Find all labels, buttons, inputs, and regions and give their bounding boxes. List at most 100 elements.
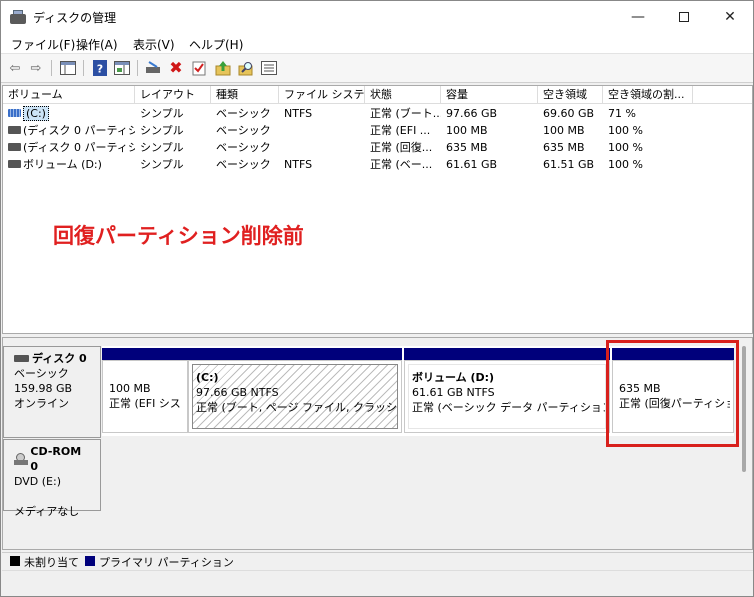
volume-layout: シンプル xyxy=(140,158,184,171)
column-filesystem[interactable]: ファイル システム xyxy=(279,86,365,104)
volume-list-header: ボリューム レイアウト 種類 ファイル システム 状態 容量 空き領域 空き領域… xyxy=(3,86,752,104)
partition-size: 61.61 GB NTFS xyxy=(412,386,495,399)
close-button[interactable]: ✕ xyxy=(707,1,753,33)
volume-free: 635 MB xyxy=(543,141,585,154)
annotation-text: 回復パーティション削除前 xyxy=(53,224,304,248)
help-button[interactable]: ? xyxy=(91,59,109,77)
partition-d[interactable]: ボリューム (D:) 61.61 GB NTFS 正常 (ベーシック データ パ… xyxy=(404,346,610,433)
menu-view[interactable]: 表示(V) xyxy=(133,36,175,53)
volume-name: (ディスク 0 パーティシ... xyxy=(23,141,135,154)
cdrom-0-label[interactable]: CD-ROM 0 DVD (E:) メディアなし xyxy=(3,439,101,518)
disk-management-window: ディスクの管理 — ✕ ファイル(F) 操作(A) 表示(V) ヘルプ(H) ⇦… xyxy=(0,0,754,597)
toolbar-separator xyxy=(51,60,52,76)
volume-capacity: 100 MB xyxy=(446,124,488,137)
column-percent-free[interactable]: 空き領域の割... xyxy=(603,86,693,104)
volume-status: 正常 (ベー... xyxy=(370,158,433,171)
volume-layout: シンプル xyxy=(140,124,184,137)
volume-free: 69.60 GB xyxy=(543,107,595,120)
volume-layout: シンプル xyxy=(140,107,184,120)
status-bar xyxy=(2,570,753,596)
import-button[interactable] xyxy=(214,59,232,77)
menu-action[interactable]: 操作(A) xyxy=(76,36,118,53)
disk-icon xyxy=(14,355,29,362)
cdrom-drive: DVD (E:) xyxy=(14,475,62,488)
column-layout[interactable]: レイアウト xyxy=(135,86,211,104)
partition-status: 正常 (ブート, ページ ファイル, クラッシュ ダンプ xyxy=(196,401,398,414)
folder-search-icon xyxy=(238,62,253,76)
partition-name: ボリューム (D:) xyxy=(412,371,495,384)
window-title: ディスクの管理 xyxy=(33,11,117,25)
volume-filesystem: NTFS xyxy=(284,107,313,120)
connect-drive-button[interactable] xyxy=(144,59,162,77)
system-volume-icon xyxy=(8,109,21,117)
partition-size: 97.66 GB NTFS xyxy=(196,386,279,399)
volume-capacity: 61.61 GB xyxy=(446,158,498,171)
disk-name: ディスク 0 xyxy=(32,352,87,365)
disk-type: ベーシック xyxy=(14,367,69,380)
disk-management-app-icon xyxy=(10,10,26,24)
volume-row[interactable]: (ディスク 0 パーティシ... シンプル ベーシック 正常 (EFI ... … xyxy=(3,122,752,139)
vertical-scrollbar[interactable] xyxy=(742,346,746,472)
title-bar: ディスクの管理 — ✕ xyxy=(1,1,753,33)
partition-status: 正常 (ベーシック データ パーティション) xyxy=(412,401,606,414)
minimize-button[interactable]: — xyxy=(615,1,661,33)
menu-file[interactable]: ファイル(F) xyxy=(11,36,75,53)
menu-help[interactable]: ヘルプ(H) xyxy=(189,36,243,53)
back-button[interactable]: ⇦ xyxy=(6,59,24,77)
volume-name: ボリューム (D:) xyxy=(23,158,102,171)
menu-bar: ファイル(F) 操作(A) 表示(V) ヘルプ(H) xyxy=(1,33,753,54)
volume-row[interactable]: ボリューム (D:) シンプル ベーシック NTFS 正常 (ベー... 61.… xyxy=(3,156,752,173)
volume-status: 正常 (回復... xyxy=(370,141,433,154)
volume-row[interactable]: (ディスク 0 パーティシ... シンプル ベーシック 正常 (回復... 63… xyxy=(3,139,752,156)
volume-type: ベーシック xyxy=(216,158,271,171)
forward-button[interactable]: ⇨ xyxy=(27,59,45,77)
volume-free: 100 MB xyxy=(543,124,585,137)
volume-filesystem xyxy=(279,139,365,156)
volume-type: ベーシック xyxy=(216,107,271,120)
volume-capacity: 635 MB xyxy=(446,141,488,154)
list-view-button[interactable] xyxy=(260,59,278,77)
toolbar-separator xyxy=(83,60,84,76)
cdrom-icon xyxy=(14,453,28,465)
volume-type: ベーシック xyxy=(216,141,271,154)
properties-check-icon xyxy=(192,61,206,76)
disk-size: 159.98 GB xyxy=(14,382,73,395)
folder-up-icon xyxy=(215,61,231,76)
partition-name: (C:) xyxy=(196,371,219,384)
column-free-space[interactable]: 空き領域 xyxy=(538,86,603,104)
show-hide-action-pane-button[interactable] xyxy=(113,59,131,77)
column-status[interactable]: 状態 xyxy=(365,86,441,104)
volume-icon xyxy=(8,126,21,134)
volume-row[interactable]: (C:) シンプル ベーシック NTFS 正常 (ブート... 97.66 GB… xyxy=(3,105,752,122)
partition-size: 100 MB xyxy=(109,382,151,395)
help-book-icon: ? xyxy=(93,60,107,76)
column-capacity[interactable]: 容量 xyxy=(441,86,538,104)
volume-free: 61.51 GB xyxy=(543,158,595,171)
maximize-button[interactable] xyxy=(661,1,707,33)
delete-button[interactable]: ✖ xyxy=(167,59,185,77)
partition-c[interactable]: (C:) 97.66 GB NTFS 正常 (ブート, ページ ファイル, クラ… xyxy=(188,346,402,433)
drive-connect-icon xyxy=(146,61,160,73)
search-button[interactable] xyxy=(237,59,255,77)
console-tree-button[interactable] xyxy=(59,59,77,77)
partition-efi[interactable]: 100 MB 正常 (EFI シス xyxy=(102,346,188,433)
primary-partition-bar xyxy=(404,348,610,360)
column-volume[interactable]: ボリューム xyxy=(3,86,135,104)
volume-list[interactable]: ボリューム レイアウト 種類 ファイル システム 状態 容量 空き領域 空き領域… xyxy=(2,85,753,334)
legend-unallocated: 未割り当て xyxy=(24,556,79,569)
volume-filesystem: NTFS xyxy=(284,158,313,171)
volume-type: ベーシック xyxy=(216,124,271,137)
properties-button[interactable] xyxy=(190,59,208,77)
recovery-partition-highlight xyxy=(606,340,739,447)
volume-percent-free: 100 % xyxy=(608,124,643,137)
volume-percent-free: 100 % xyxy=(608,158,643,171)
column-type[interactable]: 種類 xyxy=(211,86,279,104)
legend-primary-partition: プライマリ パーティション xyxy=(99,556,234,569)
volume-name: (ディスク 0 パーティシ... xyxy=(23,124,135,137)
volume-capacity: 97.66 GB xyxy=(446,107,498,120)
volume-filesystem xyxy=(279,122,365,139)
primary-partition-bar xyxy=(102,348,188,360)
unallocated-swatch xyxy=(10,556,20,566)
volume-percent-free: 71 % xyxy=(608,107,636,120)
disk-0-label[interactable]: ディスク 0 ベーシック 159.98 GB オンライン xyxy=(3,346,101,438)
